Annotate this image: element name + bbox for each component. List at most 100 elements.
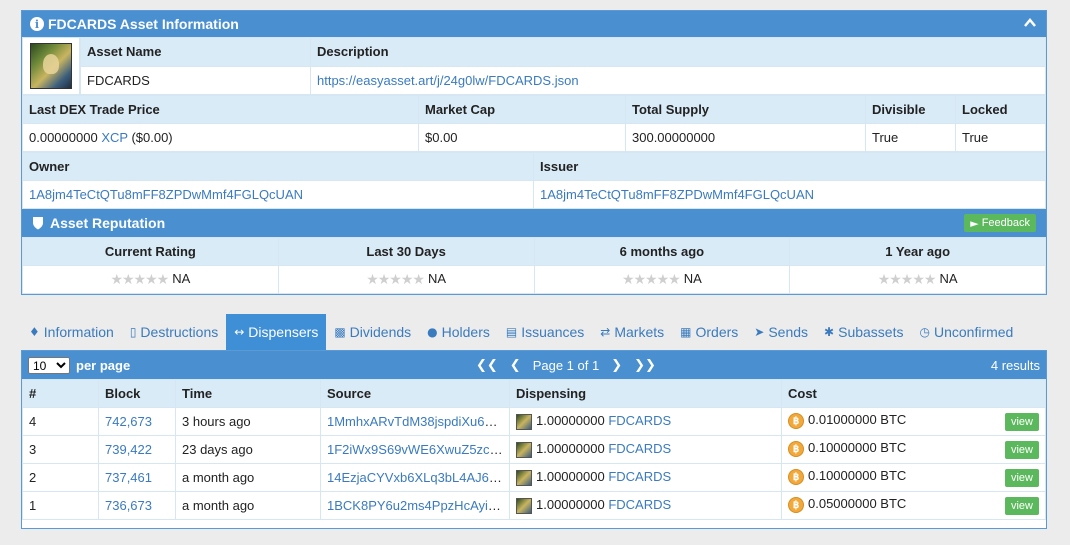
page-indicator: Page 1 of 1 bbox=[532, 357, 600, 373]
tab-dispensers[interactable]: ↔ Dispensers bbox=[226, 314, 327, 350]
asset-tabs: ♦ Information ▯ Destructions ↔ Dispensers ▩… bbox=[21, 314, 1021, 350]
asset-link[interactable]: FDCARDS bbox=[608, 441, 671, 456]
feedback-button[interactable]: ► Feedback bbox=[964, 214, 1036, 232]
tab-markets[interactable]: ⇄ Markets bbox=[592, 314, 672, 350]
owner-issuer-table: Owner Issuer 1A8jm4TeCtQTu8mFF8ZPDwMmf4F… bbox=[22, 152, 1046, 209]
view-button[interactable]: view bbox=[1004, 413, 1039, 431]
tab-subassets[interactable]: ✱ Subassets bbox=[816, 314, 911, 350]
asset-info-header[interactable]: i FDCARDS Asset Information bbox=[22, 11, 1046, 37]
table-row: 4 742,673 3 hours ago 1MmhxARvTdM38jspdi… bbox=[22, 407, 1046, 436]
tab-label: Holders bbox=[441, 324, 490, 340]
xcp-link[interactable]: XCP bbox=[101, 130, 128, 145]
asset-info-panel: i FDCARDS Asset Information Asset Name D… bbox=[21, 10, 1047, 295]
tab-orders[interactable]: ▦ Orders bbox=[672, 314, 746, 350]
block-link[interactable]: 736,673 bbox=[105, 498, 152, 513]
tab-label: Unconfirmed bbox=[933, 324, 1014, 340]
star-rating-icon: ★★★★★ bbox=[621, 271, 681, 288]
chevron-up-icon[interactable] bbox=[1024, 17, 1036, 29]
cost-value: 0.10000000 BTC bbox=[808, 468, 907, 483]
tab-sends[interactable]: ➤ Sends bbox=[746, 314, 816, 350]
col-header: Time bbox=[175, 379, 321, 408]
megaphone-icon: ► bbox=[970, 216, 979, 230]
info-icon: i bbox=[30, 17, 44, 31]
divisible-label: Divisible bbox=[865, 95, 956, 124]
block-link[interactable]: 742,673 bbox=[105, 414, 152, 429]
prev-page-icon[interactable]: ❮ bbox=[510, 358, 521, 373]
divisible-value: True bbox=[865, 123, 956, 152]
tab-issuances[interactable]: ▤ Issuances bbox=[498, 314, 592, 350]
asset-name-label: Asset Name bbox=[80, 37, 311, 67]
asset-info-title: FDCARDS Asset Information bbox=[48, 16, 239, 32]
last-dex-value-cell: 0.00000000 XCP ($0.00) bbox=[22, 123, 419, 152]
exchange-icon: ⇄ bbox=[600, 325, 611, 339]
asset-stats-table: Last DEX Trade Price Market Cap Total Su… bbox=[22, 95, 1046, 152]
tab-label: Issuances bbox=[521, 324, 585, 340]
last-dex-usd: ($0.00) bbox=[131, 130, 173, 145]
view-button[interactable]: view bbox=[1004, 469, 1039, 487]
block-link[interactable]: 739,422 bbox=[105, 442, 152, 457]
owner-address-link[interactable]: 1A8jm4TeCtQTu8mFF8ZPDwMmf4FGLQcUAN bbox=[29, 187, 303, 202]
last-page-icon[interactable]: ❯❯ bbox=[634, 358, 656, 373]
trash-icon: ▯ bbox=[129, 325, 137, 339]
description-label: Description bbox=[310, 37, 1046, 67]
clock-icon: ◷ bbox=[919, 325, 930, 339]
rating-6months-value: NA bbox=[683, 271, 702, 287]
asset-thumbnail bbox=[516, 413, 532, 430]
locked-label: Locked bbox=[955, 95, 1046, 124]
tab-holders[interactable]: ● Holders bbox=[419, 314, 498, 350]
tab-information[interactable]: ♦ Information bbox=[21, 314, 122, 350]
tab-label: Markets bbox=[614, 324, 665, 340]
rating-30days-cell: ★★★★★ NA bbox=[277, 265, 535, 294]
row-time: 3 hours ago bbox=[175, 407, 321, 436]
bitcoin-icon: ฿ bbox=[788, 440, 804, 457]
rating-current-cell: ★★★★★ NA bbox=[22, 265, 279, 294]
cost-value: 0.10000000 BTC bbox=[808, 440, 907, 455]
table-row: 3 739,422 23 days ago 1F2iWx9S69vWE6XwuZ… bbox=[22, 435, 1046, 464]
col-header: Dispensing bbox=[509, 379, 782, 408]
subasset-icon: ✱ bbox=[824, 325, 835, 339]
cost-value: 0.01000000 BTC bbox=[808, 412, 907, 427]
col-header: Cost bbox=[781, 379, 1046, 408]
tab-dividends[interactable]: ▩ Dividends bbox=[326, 314, 419, 350]
view-button[interactable]: view bbox=[1004, 441, 1039, 459]
asset-thumbnail bbox=[516, 497, 532, 514]
reputation-title: Asset Reputation bbox=[50, 215, 166, 231]
source-address-link[interactable]: 1BCK8PY6u2ms4PpzHcAyix… bbox=[327, 498, 507, 513]
source-address-link[interactable]: 1F2iWx9S69vWE6XwuZ5zcX… bbox=[327, 442, 509, 457]
issuer-address-link[interactable]: 1A8jm4TeCtQTu8mFF8ZPDwMmf4FGLQcUAN bbox=[540, 187, 814, 202]
tab-label: Orders bbox=[695, 324, 739, 340]
block-link[interactable]: 737,461 bbox=[105, 470, 152, 485]
per-page-select[interactable]: 10 bbox=[28, 356, 70, 374]
source-address-link[interactable]: 1MmhxARvTdM38jspdiXu63L… bbox=[327, 414, 509, 429]
tab-label: Destructions bbox=[140, 324, 219, 340]
tab-unconfirmed[interactable]: ◷ Unconfirmed bbox=[911, 314, 1021, 350]
dispense-amount: 1.00000000 bbox=[536, 441, 605, 457]
rating-30days-value: NA bbox=[427, 271, 447, 287]
row-number: 4 bbox=[22, 407, 99, 436]
bitcoin-icon: ฿ bbox=[788, 496, 804, 513]
bitcoin-icon: ฿ bbox=[788, 412, 804, 429]
dispense-amount: 1.00000000 bbox=[536, 413, 605, 429]
source-address-link[interactable]: 14EzjaCYVxb6XLq3bL4AJ6u… bbox=[327, 470, 509, 485]
tab-destructions[interactable]: ▯ Destructions bbox=[122, 314, 226, 350]
rating-6months-label: 6 months ago bbox=[533, 237, 791, 266]
book-icon: ▦ bbox=[680, 325, 692, 339]
rating-current-value: NA bbox=[172, 271, 191, 287]
row-number: 1 bbox=[22, 491, 99, 520]
description-link[interactable]: https://easyasset.art/j/24g0lw/FDCARDS.j… bbox=[317, 73, 579, 88]
first-page-icon[interactable]: ❮❮ bbox=[476, 358, 498, 373]
issuer-label: Issuer bbox=[533, 152, 1046, 181]
rating-1year-cell: ★★★★★ NA bbox=[789, 265, 1046, 294]
next-page-icon[interactable]: ❯ bbox=[611, 358, 622, 373]
tab-label: Subassets bbox=[838, 324, 904, 340]
asset-link[interactable]: FDCARDS bbox=[608, 469, 671, 484]
asset-name-row: Asset Name Description FDCARDS https://e… bbox=[22, 37, 1046, 95]
view-button[interactable]: view bbox=[1004, 497, 1039, 515]
asset-link[interactable]: FDCARDS bbox=[608, 497, 671, 512]
user-icon: ● bbox=[427, 325, 438, 339]
shield-icon bbox=[33, 217, 43, 230]
row-number: 3 bbox=[22, 435, 99, 464]
dispense-amount: 1.00000000 bbox=[536, 497, 605, 513]
asset-link[interactable]: FDCARDS bbox=[608, 413, 671, 428]
dispensers-panel: 10 per page ❮❮ ❮ Page 1 of 1 ❯ ❯❯ 4 resu… bbox=[21, 350, 1047, 529]
